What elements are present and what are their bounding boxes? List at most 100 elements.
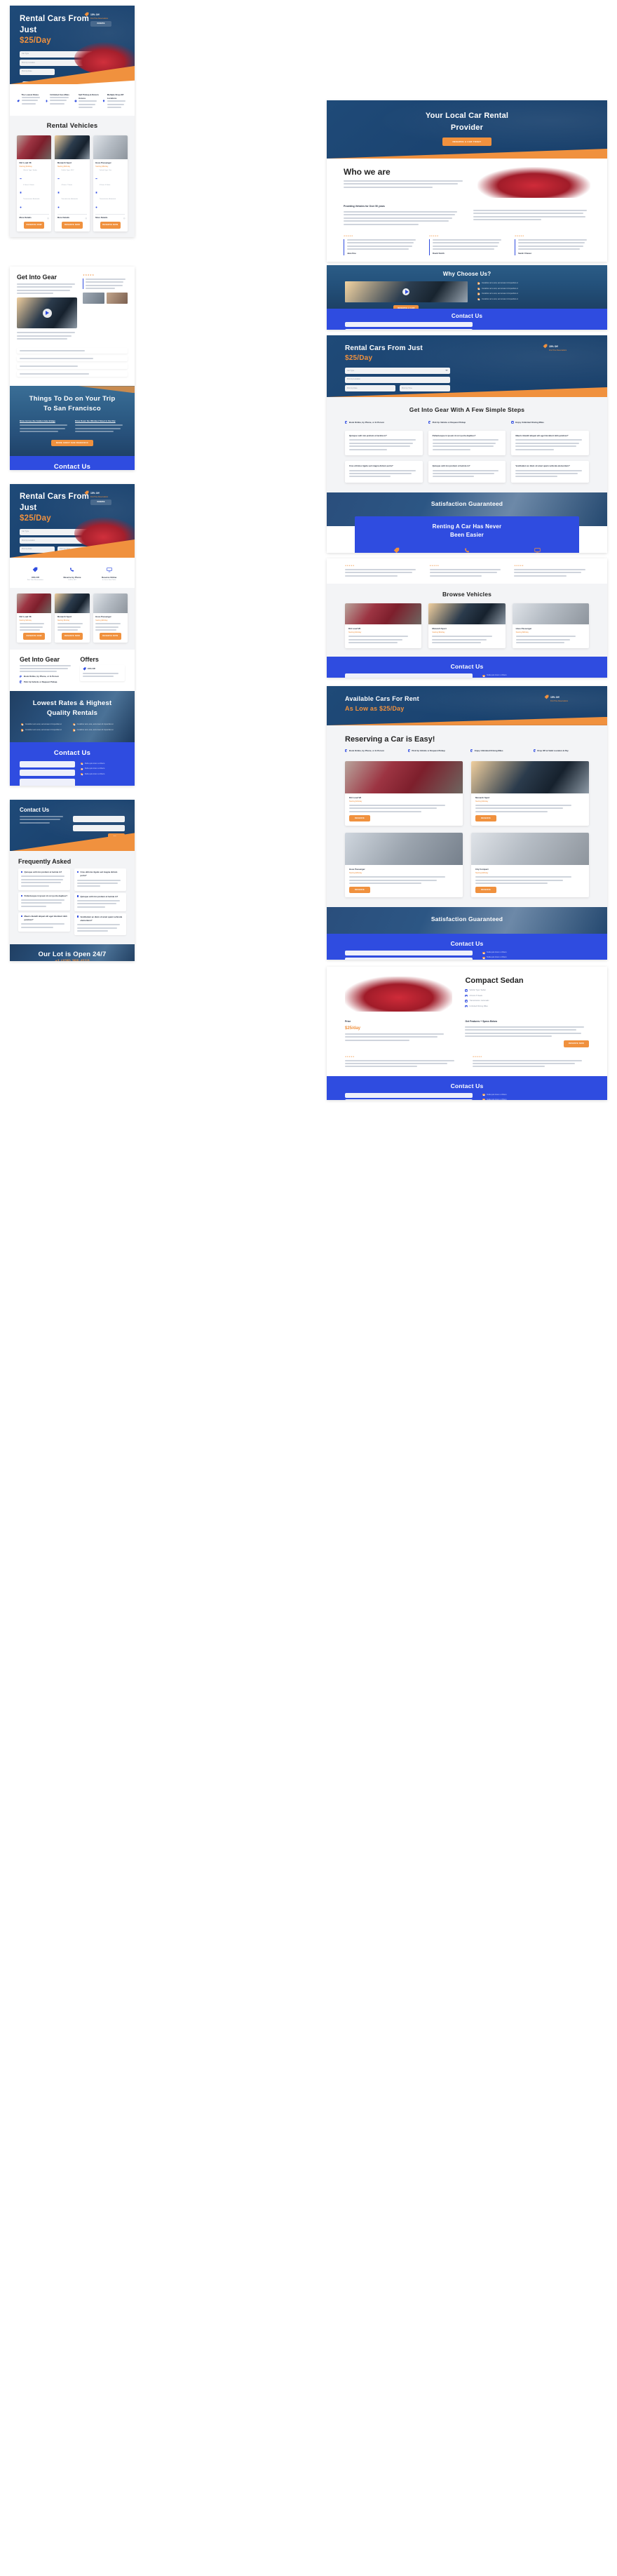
faq-item[interactable]: Quisque velit nisi pretium ut lacinia in… (74, 892, 126, 911)
more-about-sf-button[interactable]: MORE ABOUT SAN FRANCISCO (51, 439, 93, 446)
reserve-now-button[interactable]: RESERVE NOW (62, 222, 83, 229)
video-thumbnail[interactable] (345, 281, 468, 302)
car-type-select[interactable]: Car Type (345, 368, 450, 374)
gear-icon (20, 199, 22, 212)
plus-icon[interactable]: ◎ (47, 217, 49, 220)
vehicle-card[interactable]: Dirt Load V8 Starting $44/day Vehicle Ty… (17, 135, 52, 232)
plus-icon[interactable]: ◎ (86, 217, 88, 220)
hero-title: Your Local Car Rental Provider (425, 112, 509, 132)
rating-stars: ★★★★★ (514, 565, 524, 567)
hero-section: Rental Cars From Just $25/Day 15% Off Fi… (10, 6, 135, 84)
name-input[interactable] (345, 673, 473, 678)
faq-item[interactable]: Cras ultricies ligula sed magna dictum p… (74, 868, 126, 891)
link-golden-gate[interactable]: Drive Across the Golden Gate Bridge (20, 420, 69, 423)
faq-item[interactable]: Mauris blandit aliquet elit eget tincidu… (18, 913, 70, 932)
mock-page-available-cars: Available Cars For Rent As Low as $25/Day… (327, 686, 607, 960)
monitor-icon (534, 547, 541, 553)
offers-title: Offers (80, 655, 99, 663)
hours-title: Our Lot is Open 24/7 (38, 951, 107, 959)
email-input[interactable] (345, 328, 473, 330)
section-title: Get Into Gear With A Few Simple Steps (409, 406, 525, 413)
accordion-item[interactable] (17, 371, 128, 377)
orange-slash (327, 716, 607, 725)
gear-icon (95, 199, 97, 212)
name-input[interactable] (72, 816, 125, 822)
reserve-today-button[interactable]: RESERVE A CAR TODAY (442, 137, 491, 146)
hours-section: Our Lot is Open 24/7 +1 (435) 355-4110 (10, 944, 135, 961)
play-icon[interactable] (42, 308, 52, 318)
vehicle-card[interactable]: Hous Passenger Starting $84/day RESERVE … (93, 593, 128, 643)
pickup-location-input[interactable]: Pick Up Location (345, 376, 450, 383)
email-input[interactable] (72, 824, 125, 831)
vehicle-card[interactable]: Hous Passenger Starting $84/day (512, 603, 589, 649)
phone-number[interactable]: +1 (435) 355-4110 (20, 960, 125, 961)
faq-item[interactable]: Quisque velit nisi pretium ut lacinia in… (18, 868, 70, 891)
reserve-now-button[interactable]: RESERVE NOW (100, 633, 121, 640)
plus-icon (20, 915, 22, 918)
hero-badge-reserve-button[interactable]: RESERVE (90, 499, 111, 505)
vehicle-card[interactable]: Hous Passenger Starting $84/day RESERVE (345, 833, 463, 898)
plus-icon[interactable]: ◎ (123, 217, 126, 220)
door-icon (20, 185, 22, 197)
accordion-item[interactable] (17, 363, 128, 370)
reserve-now-button[interactable]: RESERVE NOW (61, 633, 83, 640)
pickup-date-input[interactable]: Pick Up Date (20, 68, 55, 75)
available-cars-hero: Available Cars For Rent As Low as $25/Day… (327, 686, 607, 725)
vehicle-card[interactable]: City Compact Starting $25/day RESERVE (471, 833, 589, 898)
vehicle-card[interactable]: Hous Passenger Starting $84/day Vehicle … (93, 135, 128, 232)
faq-accordion-section (10, 347, 135, 387)
feature-item: Unlimited Gas Miles (46, 93, 71, 109)
vehicle-hero-photo (345, 977, 453, 1012)
message-textarea[interactable] (20, 778, 75, 786)
accordion-item[interactable] (17, 348, 128, 354)
accordion-item[interactable] (17, 356, 128, 362)
reserve-button[interactable]: RESERVE (349, 887, 370, 894)
step-card: Pellentesque in ipsum id orci porta dapi… (428, 430, 506, 455)
pin-icon (102, 93, 105, 106)
vehicle-card[interactable]: Dirt Load V8 Starting $44/day (345, 603, 422, 649)
mock-page-get-into-gear: Get Into Gear ★★★★★ Things To Do on Your… (10, 267, 135, 470)
pickup-date-input[interactable]: Pick Up Date (345, 385, 395, 391)
link-windiest-street[interactable]: Drive Down the Windiest Street in the Ci… (75, 420, 125, 423)
vehicle-photo (93, 135, 128, 160)
reserve-button[interactable]: RESERVE (475, 887, 496, 894)
pickup-time-input[interactable]: Pick Up Time (400, 385, 450, 391)
check-icon (477, 297, 480, 301)
reserve-now-button[interactable]: RESERVE NOW (100, 222, 121, 229)
pickup-date-input[interactable]: Pick Up Date (20, 546, 55, 553)
email-input[interactable] (345, 1099, 473, 1100)
testimonial-author: Jane Doe (347, 252, 356, 255)
video-thumbnail[interactable] (17, 297, 78, 329)
email-input[interactable] (345, 957, 473, 960)
check-icon (80, 762, 83, 765)
reserve-button[interactable]: RESERVE (349, 814, 370, 822)
vehicle-card[interactable]: Monarch Sport Starting $64/day RESERVE (471, 760, 589, 826)
name-input[interactable] (345, 951, 473, 956)
name-input[interactable] (345, 322, 473, 327)
reserve-now-button[interactable]: RESERVE NOW (23, 633, 45, 640)
section-title: Reserving a Car is Easy! (345, 734, 435, 744)
vehicle-card[interactable]: Dirt Load V8 Starting $44/day RESERVE NO… (17, 593, 52, 643)
vehicle-card[interactable]: Dirt Load V8 Starting $44/day RESERVE (345, 760, 463, 826)
reserve-button[interactable]: RESERVE (475, 814, 496, 822)
offer-card[interactable]: 15% Off (80, 664, 125, 681)
vehicle-detail-section: Compact Sedan Vehicle Type: Sedan 4 Door… (327, 967, 607, 1019)
vehicle-photo (17, 135, 52, 160)
check-icon (345, 421, 348, 424)
vehicle-card[interactable]: Monarch Sport Starting $64/day Vehicle T… (55, 135, 90, 232)
check-icon (72, 729, 76, 732)
check-icon (80, 773, 83, 776)
email-input[interactable] (20, 770, 75, 777)
vehicle-card[interactable]: Monarch Sport Starting $64/day (428, 603, 506, 649)
plus-icon (20, 894, 22, 897)
name-input[interactable] (345, 1092, 473, 1098)
reserve-now-button[interactable]: RESERVE NOW (23, 222, 45, 229)
faq-item[interactable]: Vestibulum ac diam sit amet quam vehicul… (74, 913, 126, 936)
reserve-now-button[interactable]: RESERVE NOW (564, 1040, 589, 1047)
faq-item[interactable]: Pellentesque in ipsum id orci porta dapi… (18, 892, 70, 911)
hero-badge-reserve-button[interactable]: RESERVE (90, 21, 111, 27)
name-input[interactable] (20, 760, 75, 767)
vehicle-card[interactable]: Monarch Sport Starting $64/day RESERVE N… (55, 593, 90, 643)
mock-page-landing: Rental Cars From Just $25/Day 15% Off Fir… (10, 484, 135, 786)
play-icon[interactable] (402, 288, 410, 295)
